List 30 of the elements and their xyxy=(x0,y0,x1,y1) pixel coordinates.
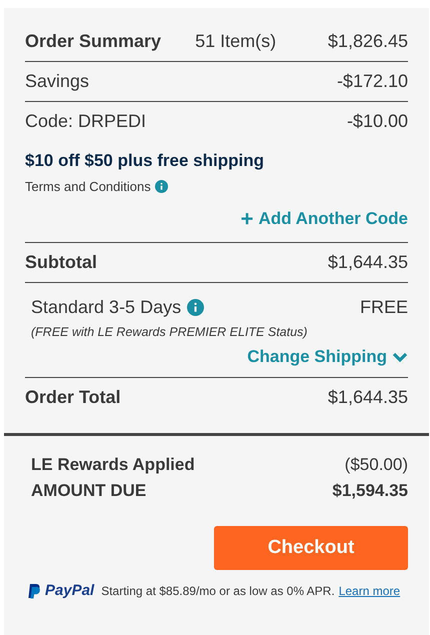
amount-due-label: AMOUNT DUE xyxy=(31,481,146,501)
shipping-note: (FREE with LE Rewards PREMIER ELITE Status) xyxy=(31,325,308,339)
promo-code-amount: -$10.00 xyxy=(346,111,408,132)
chevron-icon xyxy=(392,351,408,363)
savings-label: Savings xyxy=(25,71,90,92)
rewards-label: LE Rewards Applied xyxy=(31,455,195,475)
order-total-amount: $1,644.35 xyxy=(328,387,408,408)
add-code-link[interactable]: + Add Another Code xyxy=(240,208,408,230)
shipping-cost: FREE xyxy=(360,297,408,318)
summary-amount: $1,826.45 xyxy=(328,31,408,52)
paypal-wordmark: PayPal xyxy=(45,582,94,599)
info-icon[interactable] xyxy=(154,180,168,193)
rewards-amount: ($50.00) xyxy=(344,455,408,475)
shipping-method: Standard 3-5 Days xyxy=(31,297,182,318)
savings-amount: -$172.10 xyxy=(336,71,408,92)
order-total-label: Order Total xyxy=(25,387,121,408)
checkout-button[interactable]: Checkout xyxy=(214,526,408,570)
financing-text: Starting at $85.89/mo or as low as 0% APR. xyxy=(101,584,335,598)
change-shipping-link[interactable]: Change Shipping xyxy=(247,347,408,367)
promo-description: $10 off $50 plus free shipping xyxy=(25,151,266,171)
subtotal-amount: $1,644.35 xyxy=(328,252,408,273)
paypal-logo-icon xyxy=(27,582,41,598)
summary-title: Order Summary xyxy=(25,31,162,52)
promo-code-label: Code: DRPEDI xyxy=(25,111,146,132)
item-count: 51 Item(s) xyxy=(194,31,276,52)
amount-due-value: $1,594.35 xyxy=(332,481,408,501)
info-icon[interactable] xyxy=(187,299,204,316)
subtotal-label: Subtotal xyxy=(25,252,97,273)
terms-text: Terms and Conditions xyxy=(25,179,151,194)
learn-more-link[interactable]: Learn more xyxy=(338,584,400,598)
